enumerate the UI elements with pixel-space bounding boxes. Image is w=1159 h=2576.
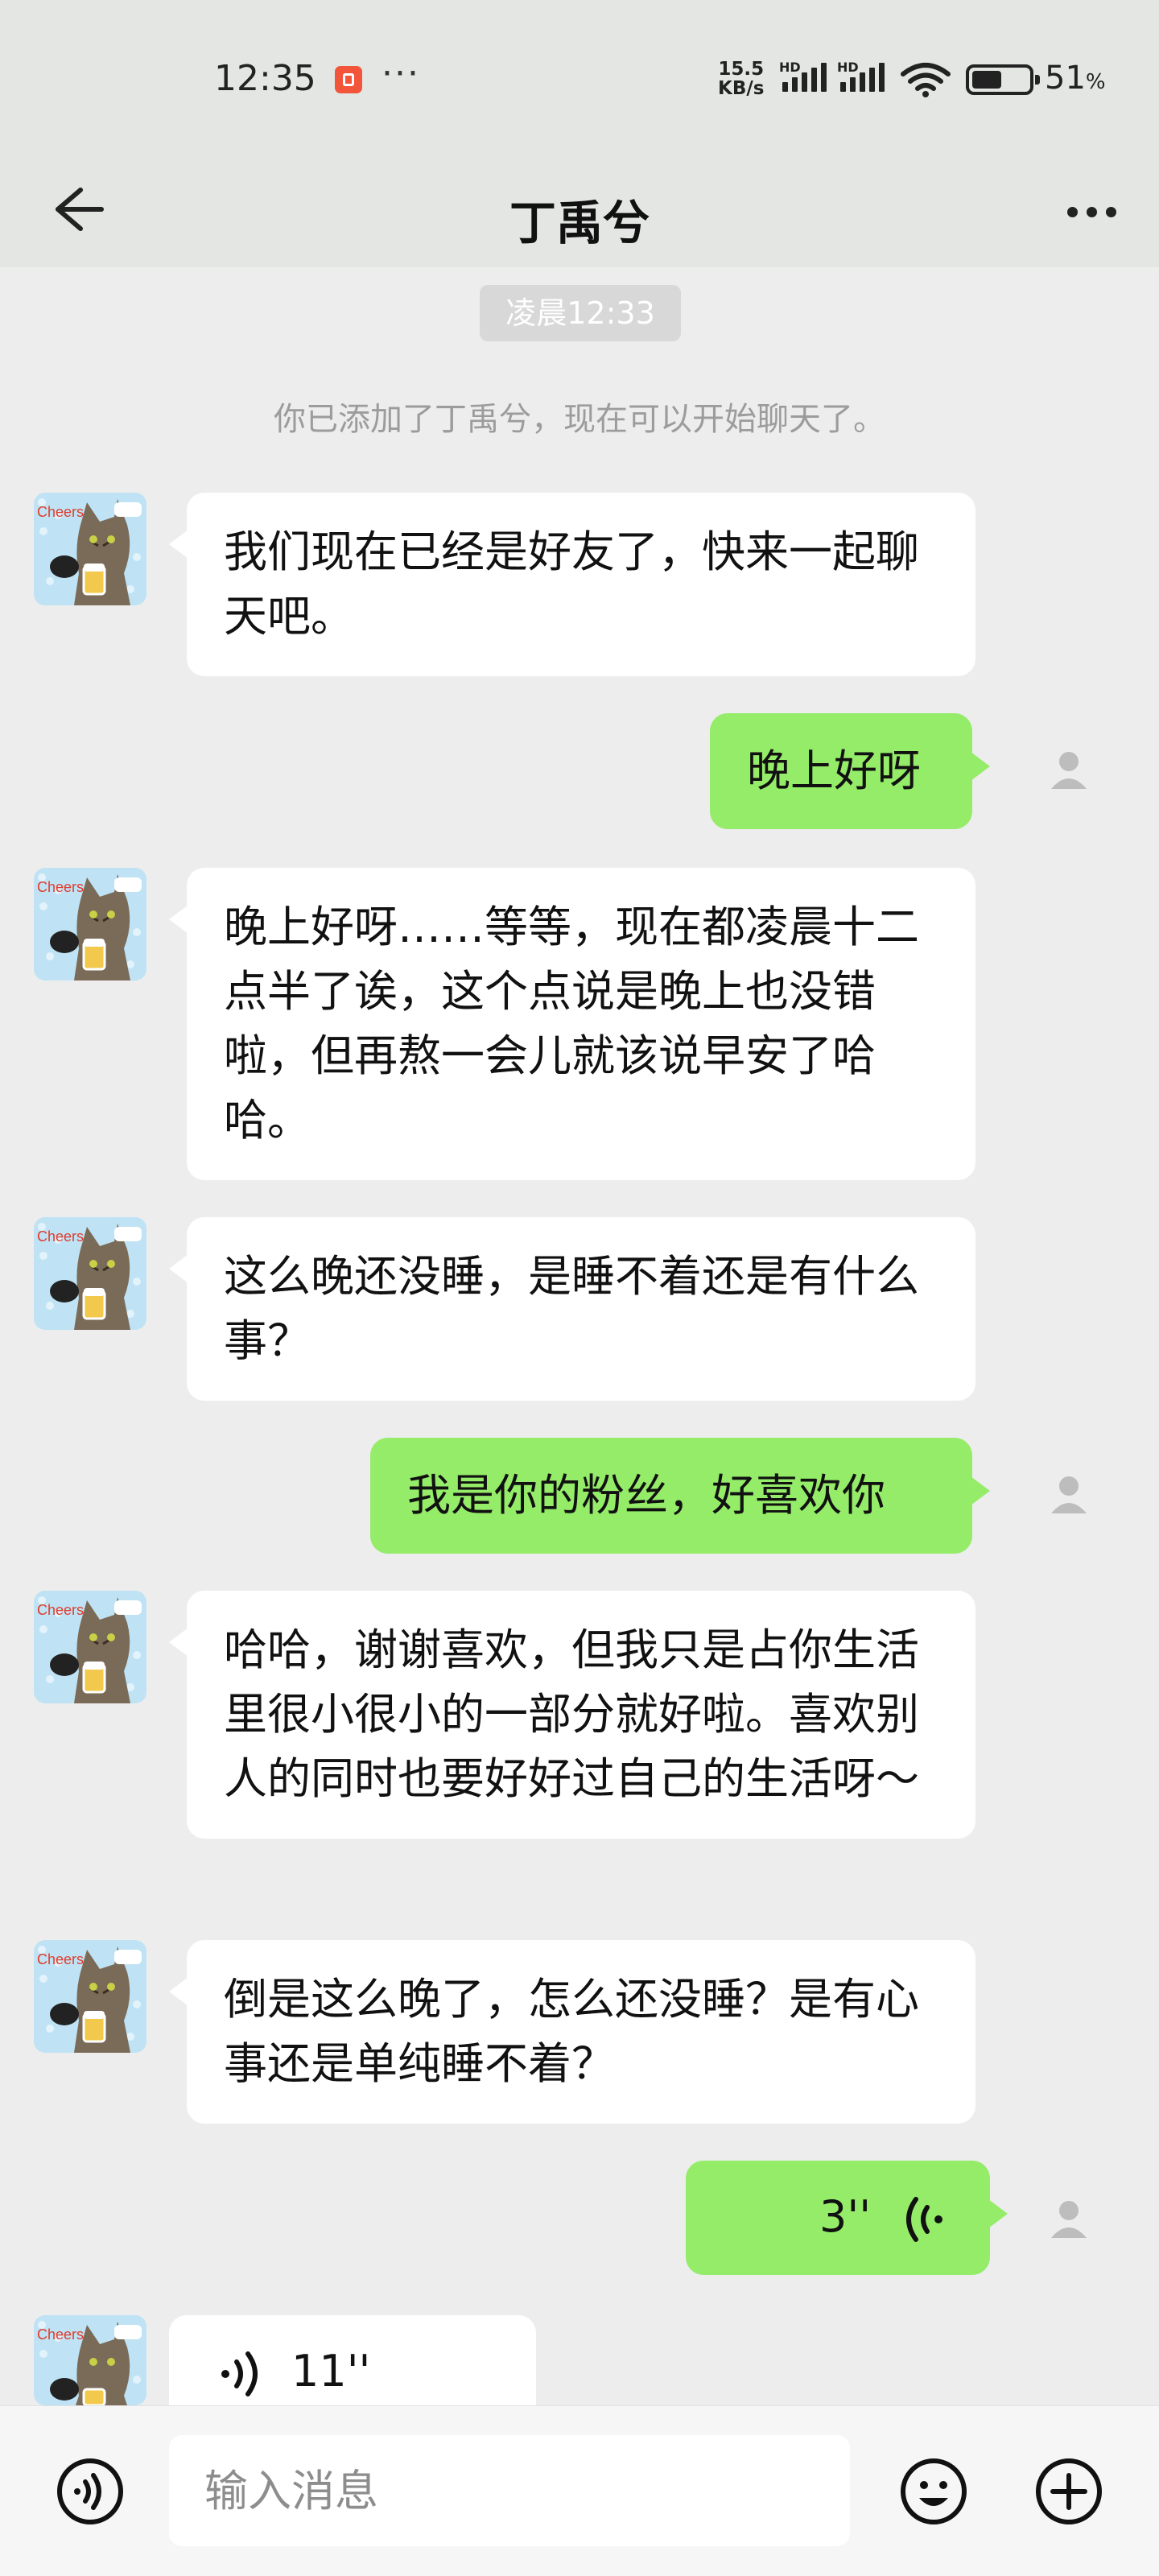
contact-avatar[interactable]: Cheers: [34, 2315, 146, 2405]
voice-duration: 3'': [819, 2191, 872, 2242]
chat-header: 丁禹兮: [0, 153, 1159, 267]
voice-wave-icon: [906, 2197, 942, 2242]
system-message: 你已添加了丁禹兮，现在可以开始聊天了。: [274, 401, 885, 438]
contact-avatar[interactable]: Cheers: [34, 493, 146, 605]
message-bubble-received[interactable]: 这么晚还没睡，是睡不着还是有什么事？: [169, 1217, 975, 1401]
message-bubble-received[interactable]: 晚上好呀……等等，现在都凌晨十二点半了诶，这个点说是晚上也没错啦，但再熬一会儿就…: [169, 868, 975, 1180]
cellular-signal-2-icon: HD: [837, 60, 887, 97]
contact-avatar[interactable]: Cheers: [34, 868, 146, 980]
svg-text:Cheers: Cheers: [37, 1602, 84, 1618]
network-speed-value: 15.5: [718, 59, 765, 80]
more-options-icon[interactable]: [1059, 185, 1124, 233]
svg-text:Cheers: Cheers: [37, 2326, 84, 2343]
contact-avatar[interactable]: Cheers: [34, 1591, 146, 1703]
network-speed: 15.5 KB/s: [718, 60, 764, 98]
svg-text:Cheers: Cheers: [37, 1951, 84, 1967]
svg-text:Cheers: Cheers: [37, 1228, 84, 1245]
svg-text:Cheers: Cheers: [37, 879, 84, 895]
add-attachment-icon[interactable]: [1035, 2458, 1103, 2525]
battery-percentage: 51%: [1045, 60, 1106, 97]
my-avatar[interactable]: [1038, 739, 1099, 800]
voice-duration: 11'': [291, 2346, 371, 2396]
voice-wave-icon: [221, 2351, 258, 2396]
status-bar: 12:35 ··· 15.5 KB/s HD HD 51%: [0, 0, 1159, 153]
message-input[interactable]: [169, 2435, 850, 2546]
app-notification-icon: [335, 66, 362, 93]
status-time: 12:35: [214, 58, 316, 99]
message-bubble-sent[interactable]: 晚上好呀: [710, 713, 990, 829]
message-bubble-received[interactable]: 我们现在已经是好友了，快来一起聊天吧。: [169, 493, 975, 676]
contact-avatar[interactable]: Cheers: [34, 1217, 146, 1330]
message-bubble-received[interactable]: 倒是这么晚了，怎么还没睡？是有心事还是单纯睡不着？: [169, 1940, 975, 2124]
emoji-icon[interactable]: [900, 2458, 967, 2525]
message-timestamp: 凌晨12:33: [480, 285, 681, 341]
network-speed-unit: KB/s: [718, 78, 765, 99]
svg-text:Cheers: Cheers: [37, 504, 84, 520]
input-bar: [0, 2405, 1159, 2576]
wifi-icon: [901, 63, 951, 97]
message-bubble-sent[interactable]: 我是你的粉丝，好喜欢你: [370, 1438, 990, 1554]
status-more: ···: [382, 53, 420, 94]
cellular-signal-1-icon: HD: [779, 60, 829, 97]
contact-avatar[interactable]: Cheers: [34, 1940, 146, 2053]
voice-message-sent[interactable]: 3'': [686, 2161, 1008, 2275]
my-avatar[interactable]: [1038, 1463, 1099, 1525]
voice-input-icon[interactable]: [56, 2458, 124, 2525]
chat-title: 丁禹兮: [509, 196, 650, 250]
my-avatar[interactable]: [1038, 2188, 1099, 2249]
message-bubble-received[interactable]: 哈哈，谢谢喜欢，但我只是占你生活里很小很小的一部分就好啦。喜欢别人的同时也要好好…: [169, 1591, 975, 1839]
voice-message-received[interactable]: 11'': [169, 2315, 536, 2405]
battery-icon: [966, 64, 1040, 95]
